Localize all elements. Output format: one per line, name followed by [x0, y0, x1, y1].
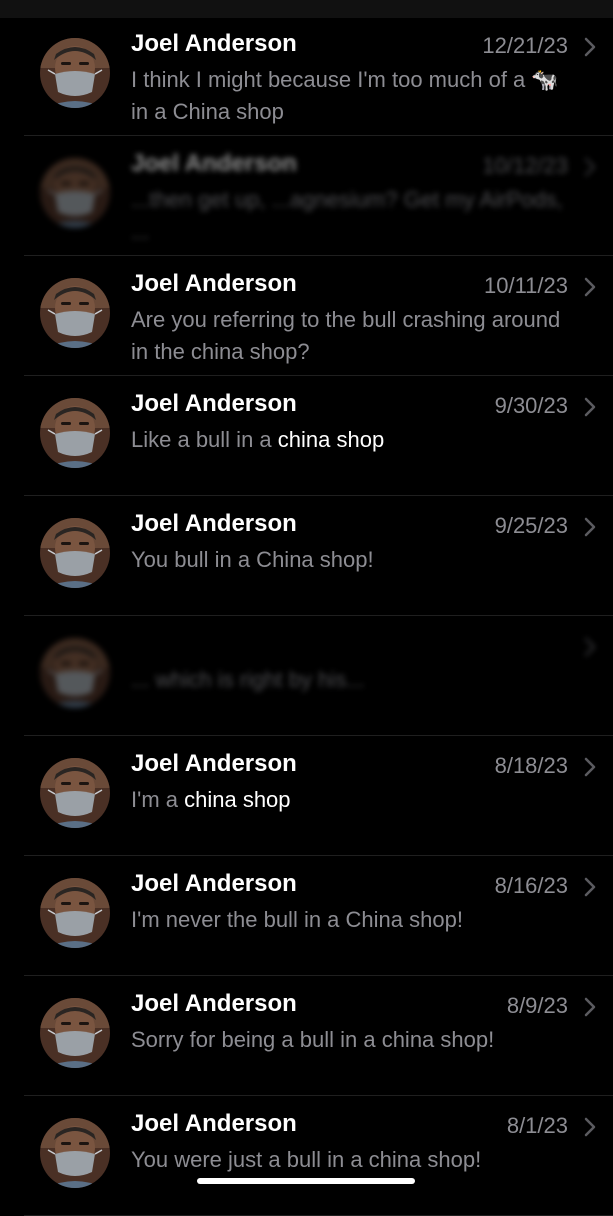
- preview-text: ... which is right by his...: [131, 667, 365, 692]
- message-date: 10/11/23: [483, 273, 568, 298]
- contact-avatar: [40, 758, 110, 828]
- contact-avatar: [40, 638, 110, 708]
- chevron-right-icon: [584, 997, 596, 1017]
- message-preview: Sorry for being a bull in a china shop!: [131, 1024, 571, 1056]
- conversation-row[interactable]: Joel Anderson 8/9/23 Sorry for being a b…: [0, 976, 613, 1096]
- contact-avatar: [40, 38, 110, 108]
- message-preview: I'm never the bull in a China shop!: [131, 904, 571, 936]
- contact-avatar: [40, 998, 110, 1068]
- contact-name: Joel Anderson: [131, 870, 297, 897]
- message-date: 9/25/23: [494, 513, 568, 538]
- conversation-row[interactable]: Joel Anderson 12/21/23 I think I might b…: [0, 16, 613, 136]
- message-date: 10/12/23: [482, 153, 568, 178]
- conversation-row[interactable]: Joel Anderson 8/18/23 I'm a china shop: [0, 736, 613, 856]
- preview-highlight: china shop: [184, 787, 291, 812]
- message-preview: I think I might because I'm too much of …: [131, 64, 571, 128]
- chevron-right-icon: [584, 277, 596, 297]
- contact-name: Joel Anderson: [131, 510, 297, 537]
- message-preview: I'm a china shop: [131, 784, 571, 816]
- conversation-row[interactable]: Joel Anderson 8/1/23 You were just a bul…: [0, 1096, 613, 1216]
- message-date: 8/16/23: [494, 873, 568, 898]
- chevron-right-icon: [584, 157, 596, 177]
- contact-avatar: [40, 1118, 110, 1188]
- chevron-right-icon: [584, 757, 596, 777]
- preview-text: Like a bull in a: [131, 427, 278, 452]
- message-preview: You were just a bull in a china shop!: [131, 1144, 571, 1176]
- contact-name: Joel Anderson: [131, 990, 297, 1017]
- message-preview: Are you referring to the bull crashing a…: [131, 304, 571, 368]
- preview-text: You were just a bull in a china shop!: [131, 1147, 482, 1172]
- contact-avatar: [40, 878, 110, 948]
- chevron-right-icon: [584, 877, 596, 897]
- conversation-row[interactable]: ... which is right by his...: [0, 616, 613, 736]
- contact-name: Joel Anderson: [131, 390, 297, 417]
- message-preview: Like a bull in a china shop: [131, 424, 571, 456]
- conversation-row[interactable]: Joel Anderson 10/11/23 Are you referring…: [0, 256, 613, 376]
- preview-text: You bull in a China shop!: [131, 547, 374, 572]
- contact-name: Joel Anderson: [131, 1110, 297, 1137]
- preview-text: I'm never the bull in a China shop!: [131, 907, 463, 932]
- contact-avatar: [40, 518, 110, 588]
- contact-avatar: [40, 158, 110, 228]
- chevron-right-icon: [584, 1117, 596, 1137]
- home-indicator[interactable]: [197, 1178, 415, 1184]
- preview-text: Sorry for being a bull in a china shop!: [131, 1027, 495, 1052]
- preview-text: I think I might because I'm too much of …: [131, 67, 559, 124]
- message-preview: ... which is right by his...: [131, 664, 571, 696]
- contact-name: Joel Anderson: [131, 270, 297, 297]
- contact-name: Joel Anderson: [131, 750, 297, 777]
- conversation-row[interactable]: Joel Anderson 8/16/23 I'm never the bull…: [0, 856, 613, 976]
- preview-text: I'm a: [131, 787, 185, 812]
- message-preview: ...then get up, ...agnesium? Get my AirP…: [131, 184, 571, 248]
- message-date: 8/1/23: [506, 1113, 568, 1138]
- chevron-right-icon: [584, 517, 596, 537]
- chevron-right-icon: [584, 37, 596, 57]
- message-date: 8/18/23: [494, 753, 568, 778]
- conversation-list: Joel Anderson 12/21/23 I think I might b…: [0, 16, 613, 1216]
- conversation-row[interactable]: Joel Anderson 9/25/23 You bull in a Chin…: [0, 496, 613, 616]
- contact-avatar: [40, 398, 110, 468]
- contact-avatar: [40, 278, 110, 348]
- conversation-row[interactable]: Joel Anderson 10/12/23 ...then get up, .…: [0, 136, 613, 256]
- conversation-row[interactable]: Joel Anderson 9/30/23 Like a bull in a c…: [0, 376, 613, 496]
- chevron-right-icon: [584, 637, 596, 657]
- message-date: 12/21/23: [482, 33, 568, 58]
- preview-text: ...then get up, ...agnesium? Get my AirP…: [131, 187, 563, 244]
- message-date: 8/9/23: [506, 993, 568, 1018]
- chevron-right-icon: [584, 397, 596, 417]
- message-date: 9/30/23: [494, 393, 568, 418]
- preview-highlight: china shop: [277, 427, 385, 452]
- contact-name: Joel Anderson: [131, 150, 297, 177]
- contact-name: Joel Anderson: [131, 30, 297, 57]
- message-preview: You bull in a China shop!: [131, 544, 571, 576]
- preview-text: Are you referring to the bull crashing a…: [131, 307, 561, 364]
